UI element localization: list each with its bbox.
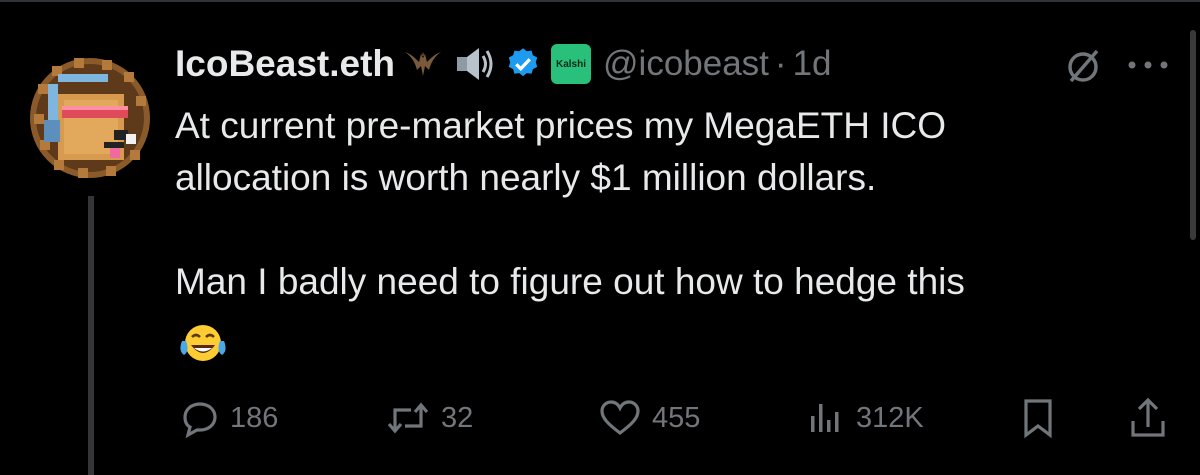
avatar-pixel-lion-image — [18, 44, 162, 188]
like-button[interactable]: 455 — [598, 393, 700, 443]
speaker-emoji-icon — [451, 42, 497, 86]
repost-icon — [387, 402, 429, 434]
bookmark-button[interactable] — [1020, 393, 1056, 443]
reply-count: 186 — [230, 401, 279, 434]
reply-button[interactable]: 186 — [180, 393, 278, 443]
scrollbar[interactable] — [1190, 30, 1196, 240]
grok-icon[interactable] — [1063, 46, 1103, 91]
bat-emoji-icon — [401, 42, 445, 86]
heart-icon — [600, 400, 640, 436]
verified-badge-icon[interactable] — [505, 46, 541, 82]
laughing-tears-emoji-icon — [178, 321, 228, 370]
views-count: 312K — [856, 401, 924, 434]
repost-button[interactable]: 32 — [385, 393, 473, 443]
tweet-header: IcoBeast.eth Kalshi @icobeast · 1d — [175, 36, 832, 92]
bookmark-icon — [1024, 399, 1052, 439]
kalshi-affiliate-badge[interactable]: Kalshi — [551, 44, 592, 84]
separator-dot: · — [774, 44, 787, 83]
views-icon — [811, 404, 839, 432]
repost-count: 32 — [441, 401, 474, 434]
reply-icon — [183, 402, 217, 438]
timestamp[interactable]: 1d — [793, 44, 832, 84]
display-name[interactable]: IcoBeast.eth — [175, 43, 395, 85]
share-button[interactable] — [1128, 393, 1168, 443]
like-count: 455 — [652, 401, 701, 434]
action-bar: 186 32 455 312K — [0, 393, 1200, 443]
views-button[interactable]: 312K — [806, 393, 924, 443]
more-options-icon[interactable] — [1126, 58, 1170, 76]
avatar[interactable] — [18, 44, 162, 188]
handle[interactable]: @icobeast — [603, 44, 769, 84]
share-icon — [1131, 397, 1165, 437]
top-divider — [0, 0, 1200, 2]
tweet-text: At current pre-market prices my MegaETH … — [175, 105, 965, 302]
